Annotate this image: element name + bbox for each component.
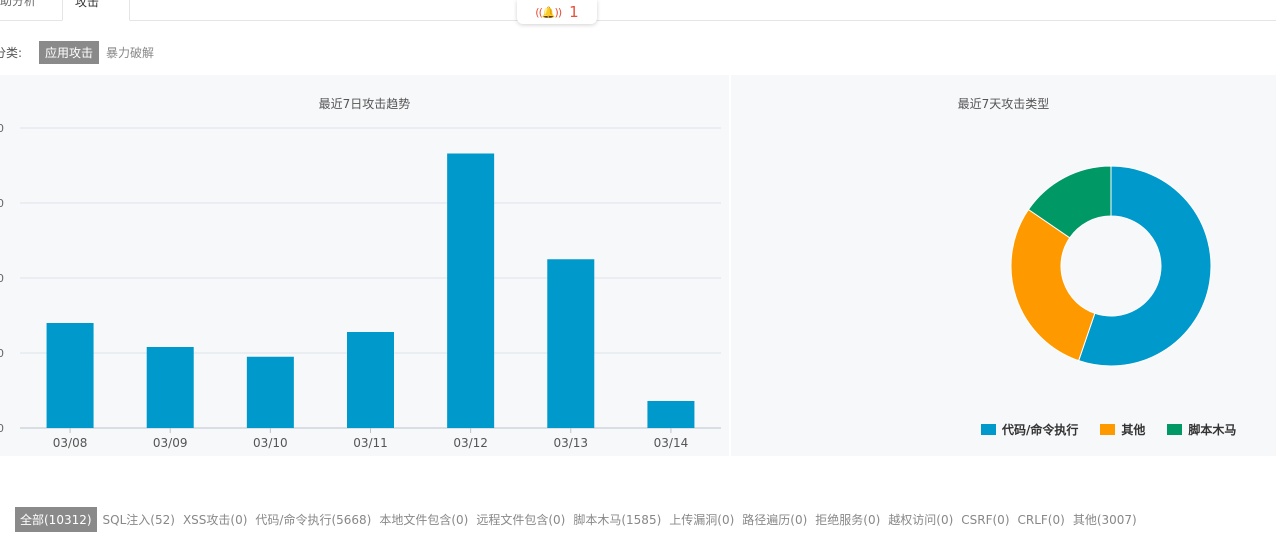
category-csrf[interactable]: CSRF(0) bbox=[961, 513, 1009, 527]
bar bbox=[146, 347, 194, 428]
y-tick-label: 0 bbox=[0, 122, 4, 135]
bar bbox=[347, 332, 394, 428]
filter-option-brute-force[interactable]: 暴力破解 bbox=[106, 44, 154, 61]
tab-label: 助分析 bbox=[0, 0, 37, 8]
y-tick-label: 0 bbox=[0, 347, 4, 360]
category-filter: 分类: 应用攻击 暴力破解 bbox=[0, 40, 154, 64]
legend-label: 代码/命令执行 bbox=[1002, 423, 1079, 437]
x-tick-label: 03/08 bbox=[53, 436, 88, 450]
category-dos[interactable]: 拒绝服务(0) bbox=[815, 511, 880, 528]
legend-swatch bbox=[981, 424, 996, 435]
alert-notification[interactable]: ((🔔)) 1 bbox=[517, 0, 597, 24]
legend-swatch bbox=[1167, 424, 1183, 435]
bar bbox=[447, 153, 495, 428]
bar bbox=[246, 356, 294, 428]
category-other[interactable]: 其他(3007) bbox=[1073, 511, 1137, 528]
bar bbox=[647, 401, 695, 428]
x-tick-label: 03/12 bbox=[453, 436, 488, 450]
y-tick-label: 0 bbox=[0, 422, 4, 435]
filter-option-app-attack[interactable]: 应用攻击 bbox=[39, 40, 100, 64]
attack-type-chart bbox=[1010, 165, 1212, 367]
tab-attack[interactable]: 攻击 bbox=[62, 0, 130, 21]
category-rfi[interactable]: 远程文件包含(0) bbox=[476, 511, 565, 528]
tab-bar: 助分析 攻击 bbox=[0, 0, 1276, 21]
x-tick-label: 03/09 bbox=[153, 436, 188, 450]
legend-item-webshell[interactable]: 脚本木马 bbox=[1167, 421, 1236, 438]
bar bbox=[46, 323, 94, 428]
category-code-exec[interactable]: 代码/命令执行(5668) bbox=[255, 511, 371, 528]
legend-swatch bbox=[1100, 424, 1116, 435]
attack-type-panel: 最近7天攻击类型 代码/命令执行 其他 脚本木马 bbox=[731, 75, 1276, 456]
x-tick-label: 03/10 bbox=[253, 436, 288, 450]
legend-label: 其他 bbox=[1121, 423, 1146, 437]
category-sql-injection[interactable]: SQL注入(52) bbox=[103, 511, 175, 528]
x-tick-label: 03/14 bbox=[654, 436, 689, 450]
category-all[interactable]: 全部(10312) bbox=[15, 507, 97, 532]
chart-legend: 代码/命令执行 其他 脚本木马 bbox=[981, 421, 1236, 438]
filter-label: 分类: bbox=[0, 45, 23, 60]
category-webshell[interactable]: 脚本木马(1585) bbox=[573, 511, 661, 528]
category-xss[interactable]: XSS攻击(0) bbox=[183, 511, 247, 528]
x-tick-label: 03/13 bbox=[553, 436, 588, 450]
attack-trend-chart: 0 0 0 0 0 03/08 03/09 03/10 03/11 03/12 03/13 03/14 bbox=[0, 122, 721, 450]
pie-slice bbox=[1010, 208, 1096, 362]
tab-label: 攻击 bbox=[75, 0, 100, 9]
category-upload-vuln[interactable]: 上传漏洞(0) bbox=[669, 511, 734, 528]
attack-category-list: 全部(10312) SQL注入(52) XSS攻击(0) 代码/命令执行(566… bbox=[15, 507, 1145, 532]
category-lfi[interactable]: 本地文件包含(0) bbox=[379, 511, 468, 528]
bar bbox=[547, 259, 595, 428]
category-crlf[interactable]: CRLF(0) bbox=[1018, 513, 1065, 527]
y-tick-label: 0 bbox=[0, 197, 4, 210]
alarm-bell-icon: ((🔔)) bbox=[535, 5, 562, 19]
x-tick-label: 03/11 bbox=[353, 436, 388, 450]
alert-count: 1 bbox=[569, 3, 579, 21]
category-privilege-escalation[interactable]: 越权访问(0) bbox=[888, 511, 953, 528]
legend-item-other[interactable]: 其他 bbox=[1100, 421, 1145, 438]
legend-label: 脚本木马 bbox=[1188, 423, 1237, 437]
legend-item-code-exec[interactable]: 代码/命令执行 bbox=[981, 421, 1078, 438]
attack-trend-panel: 最近7日攻击趋势 0 0 0 0 0 03/08 03/09 03/10 03/11 03/12 0… bbox=[0, 75, 729, 456]
y-tick-label: 0 bbox=[0, 272, 4, 285]
category-path-traversal[interactable]: 路径遍历(0) bbox=[742, 511, 807, 528]
